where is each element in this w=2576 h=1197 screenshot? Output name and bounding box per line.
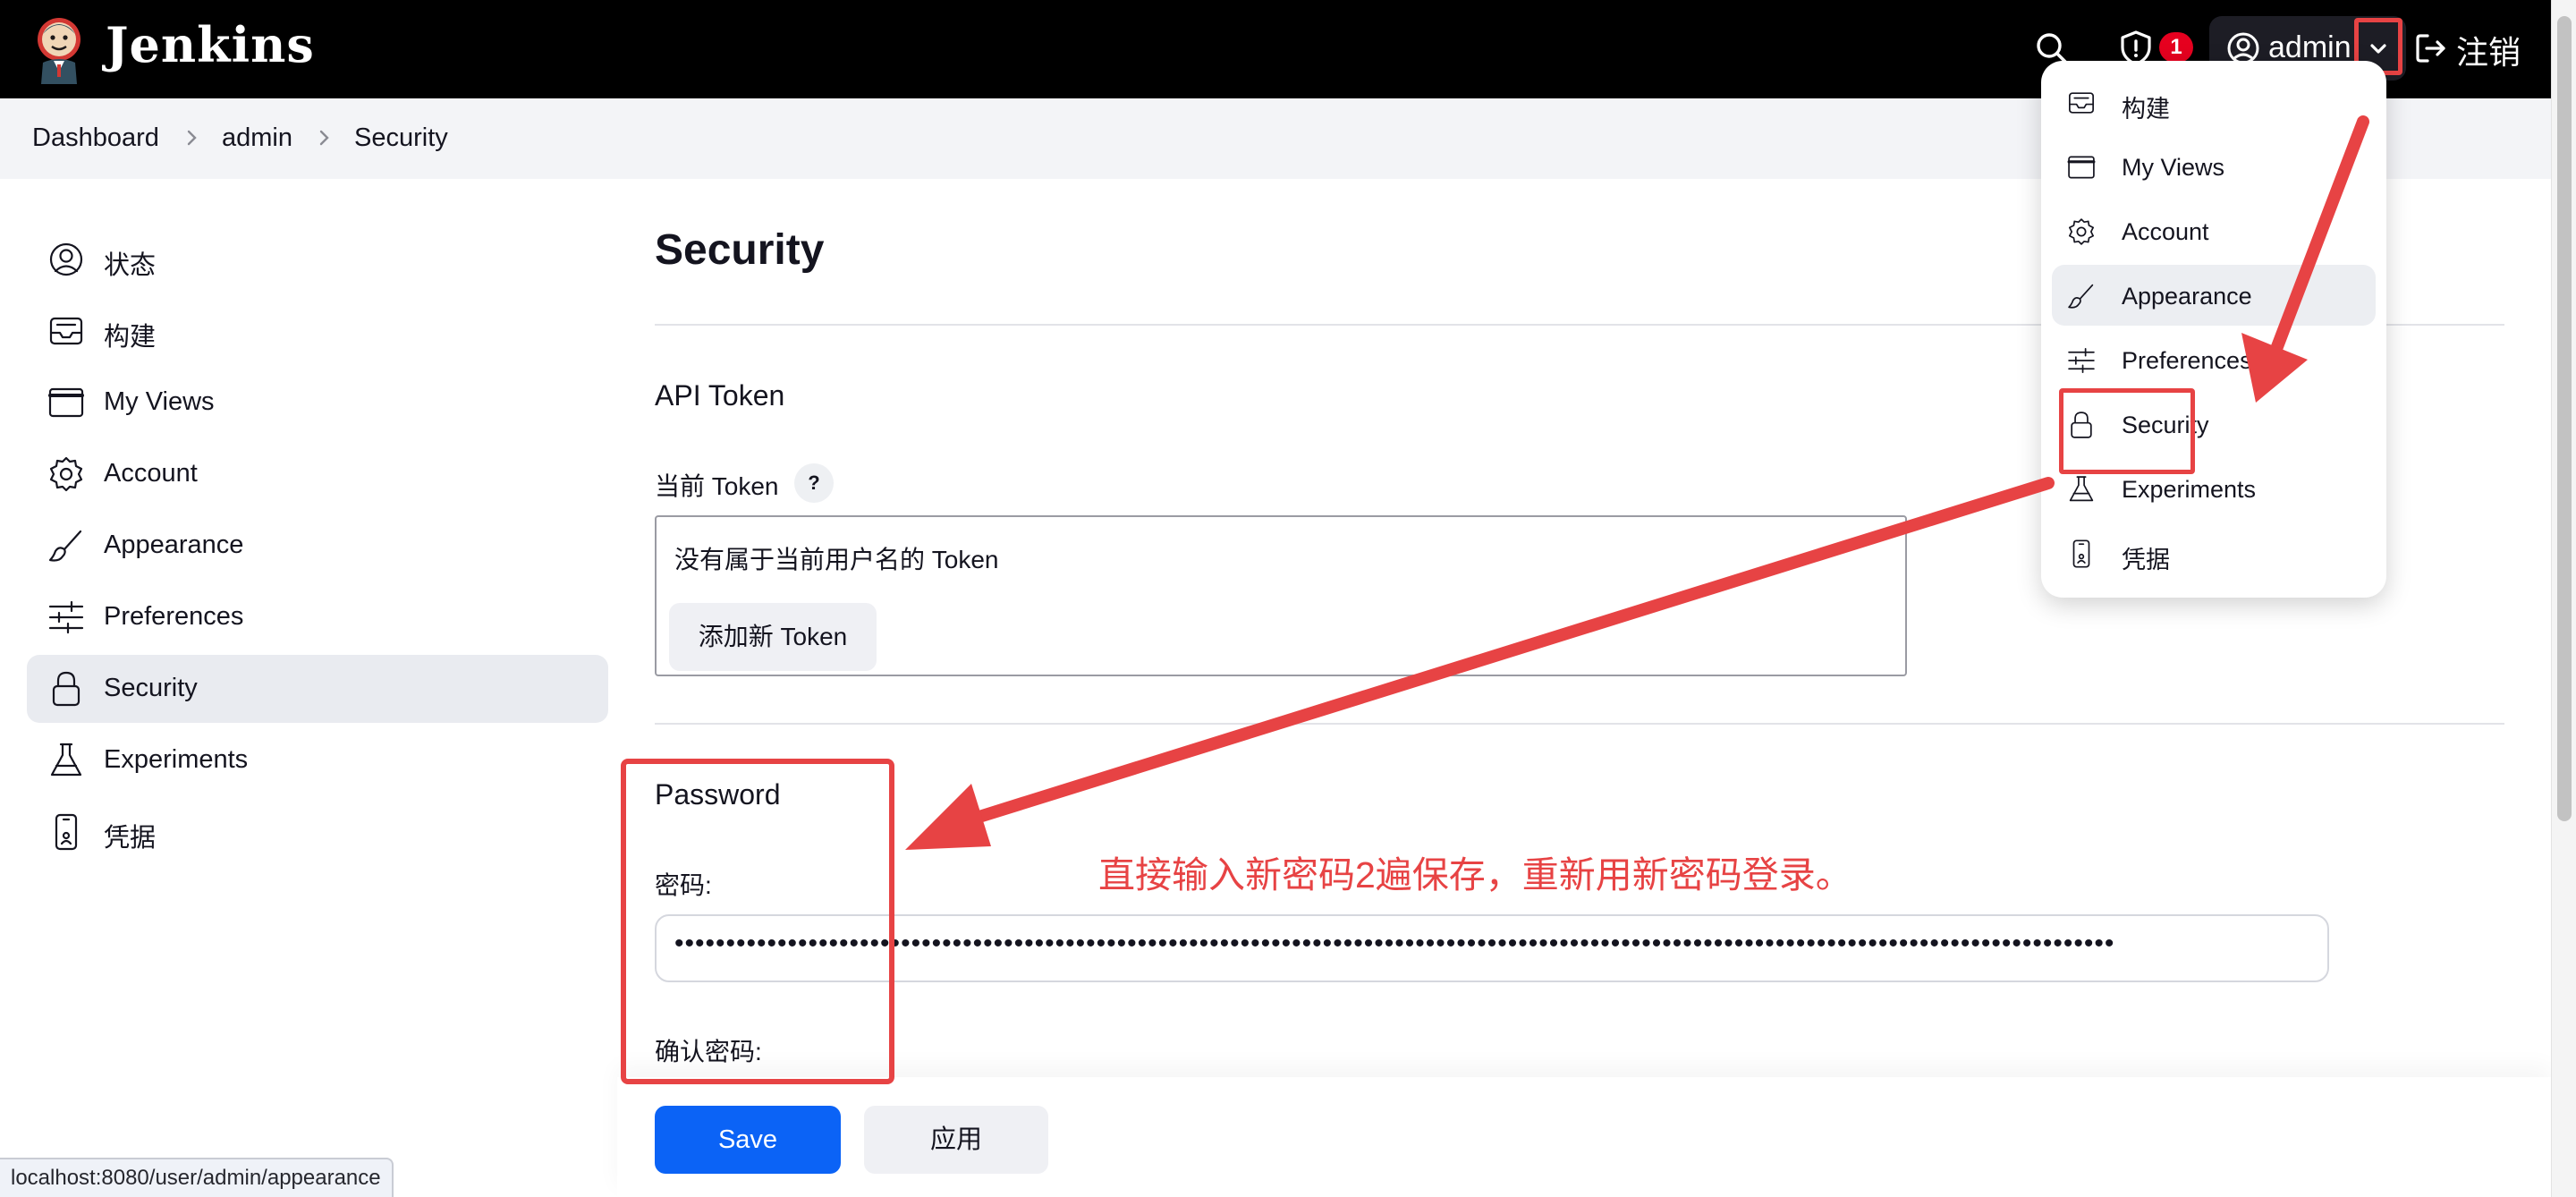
dropdown-item-account[interactable]: Account <box>2052 200 2376 261</box>
token-list-box: 没有属于当前用户名的 Token 添加新 Token <box>655 515 1907 676</box>
dropdown-item-label: Account <box>2122 218 2209 245</box>
sidebar-item-my-views[interactable]: My Views <box>27 369 608 437</box>
dropdown-item-label: 构建 <box>2122 96 2170 123</box>
phone-icon <box>2072 539 2090 568</box>
user-circle-icon <box>49 242 83 276</box>
page-title: Security <box>655 226 825 274</box>
brush-icon <box>48 530 82 562</box>
jenkins-logo[interactable] <box>30 13 88 84</box>
flask-icon <box>50 743 82 777</box>
dropdown-item-label: 凭据 <box>2122 547 2170 573</box>
scrollbar-thumb[interactable] <box>2557 16 2572 821</box>
password-section-highlight-box <box>621 759 894 1084</box>
sidebar-item-appearance[interactable]: Appearance <box>27 512 608 580</box>
chevron-down-icon <box>2370 44 2386 54</box>
lock-icon <box>52 671 80 707</box>
api-token-section-title: API Token <box>655 379 785 412</box>
sidebar-item-label: 凭据 <box>104 824 157 853</box>
sidebar-item-status[interactable]: 状态 <box>27 225 608 293</box>
annotation-note: 直接输入新密码2遍保存，重新用新密码登录。 <box>1098 854 1852 896</box>
sidebar-item-label: Preferences <box>104 602 244 631</box>
sidebar-item-experiments[interactable]: Experiments <box>27 726 608 794</box>
dropdown-item-my-views[interactable]: My Views <box>2052 136 2376 197</box>
sidebar-item-account[interactable]: Account <box>27 440 608 508</box>
dropdown-item-label: My Views <box>2122 154 2225 181</box>
sidebar-item-label: Security <box>104 674 198 702</box>
sidebar-item-label: Appearance <box>104 531 244 559</box>
dropdown-item-credentials[interactable]: 凭据 <box>2052 522 2376 583</box>
chevron-right-icon <box>319 130 329 146</box>
sidebar-item-label: Account <box>104 459 198 488</box>
brush-icon <box>2068 284 2094 309</box>
divider <box>655 723 2504 725</box>
save-button[interactable]: Save <box>655 1106 841 1174</box>
window-icon <box>2067 156 2096 179</box>
dropdown-item-label: Experiments <box>2122 476 2257 503</box>
sidebar-item-credentials[interactable]: 凭据 <box>27 798 608 866</box>
dropdown-item-builds[interactable]: 构建 <box>2052 72 2376 132</box>
security-badge[interactable]: 1 <box>2159 32 2193 63</box>
user-dropdown-menu: 构建 My Views Account Appearance Preferenc… <box>2041 61 2386 598</box>
sliders-icon <box>48 600 84 634</box>
sidebar-item-builds[interactable]: 构建 <box>27 297 608 365</box>
logout-icon[interactable] <box>2413 30 2449 66</box>
window-icon <box>48 387 84 418</box>
sidebar-item-label: My Views <box>104 387 215 416</box>
gear-icon <box>49 456 83 492</box>
sliders-icon <box>2068 348 2095 373</box>
add-token-button[interactable]: 添加新 Token <box>669 603 877 671</box>
breadcrumb-admin[interactable]: admin <box>222 123 292 153</box>
dropdown-item-label: Preferences <box>2122 347 2252 374</box>
dropdown-item-label: Appearance <box>2122 283 2252 310</box>
current-token-label: 当前 Token <box>655 472 779 500</box>
password-field[interactable]: ••••••••••••••••••••••••••••••••••••••••… <box>655 914 2329 982</box>
sidebar-item-label: Experiments <box>104 745 249 774</box>
sidebar-item-security[interactable]: Security <box>27 655 608 723</box>
help-button[interactable]: ? <box>794 463 834 503</box>
token-empty-message: 没有属于当前用户名的 Token <box>674 546 999 573</box>
apply-button[interactable]: 应用 <box>864 1106 1048 1174</box>
inbox-icon <box>2069 92 2094 114</box>
status-bar-url: localhost:8080/user/admin/appearance <box>0 1158 394 1197</box>
breadcrumb-dashboard[interactable]: Dashboard <box>32 123 159 153</box>
sidebar-item-preferences[interactable]: Preferences <box>27 583 608 651</box>
page-scrollbar[interactable] <box>2551 0 2576 1197</box>
security-menu-highlight-box <box>2059 388 2195 474</box>
flask-icon <box>2069 476 2094 502</box>
logout-link[interactable]: 注销 <box>2456 27 2521 73</box>
brand-title[interactable]: Jenkins <box>106 16 315 73</box>
gear-icon <box>2069 218 2094 245</box>
inbox-icon <box>49 317 83 345</box>
breadcrumb-security[interactable]: Security <box>354 123 448 153</box>
sidebar-item-label: 构建 <box>104 323 157 352</box>
sidebar-item-label: 状态 <box>104 251 157 280</box>
phone-icon <box>55 813 78 851</box>
dropdown-item-preferences[interactable]: Preferences <box>2052 329 2376 390</box>
dropdown-item-appearance[interactable]: Appearance <box>2052 265 2376 326</box>
chevron-right-icon <box>187 130 197 146</box>
